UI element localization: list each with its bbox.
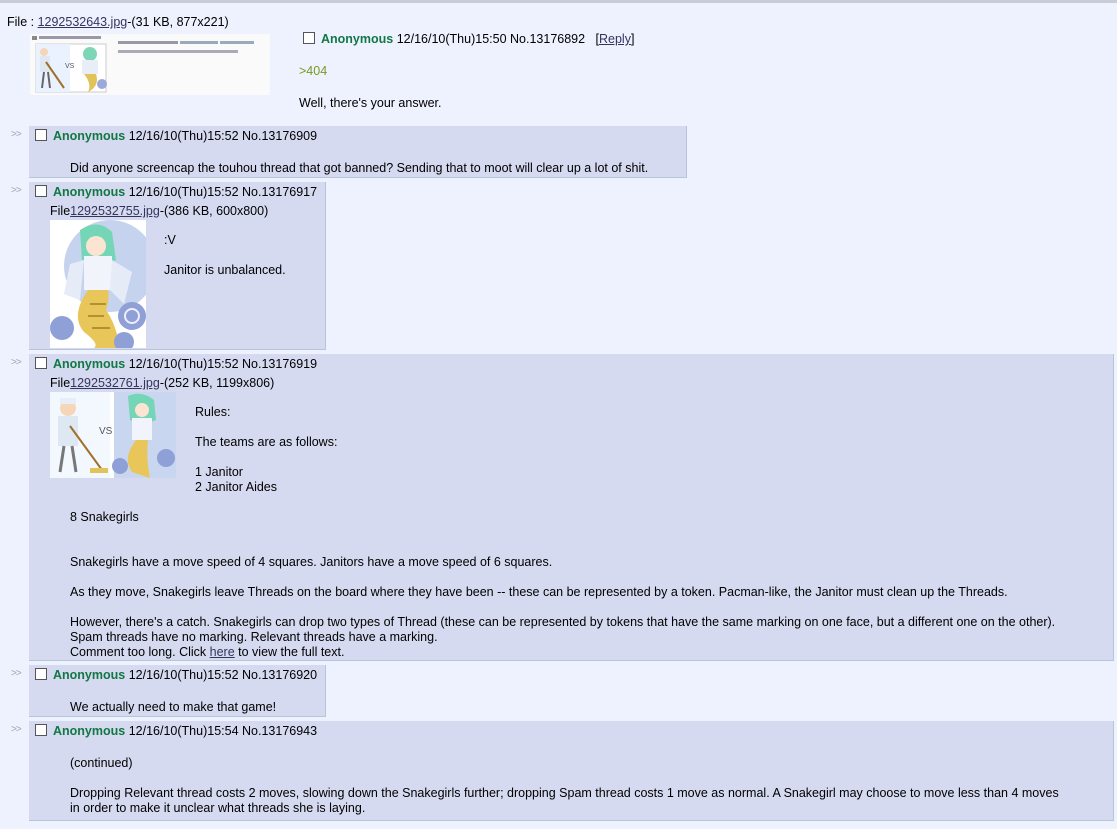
reply-file-link[interactable]: 1292532755.jpg: [70, 204, 160, 218]
reply-file-link[interactable]: 1292532761.jpg: [70, 376, 160, 390]
reply-header: Anonymous 12/16/10(Thu)15:52 No.13176920: [35, 668, 317, 682]
reply-post: Anonymous 12/16/10(Thu)15:52 No.13176919…: [29, 354, 1114, 661]
reply-comment-line: in order to make it unclear what threads…: [70, 801, 366, 815]
post-number[interactable]: No.13176943: [242, 724, 317, 738]
reply-checkbox[interactable]: [35, 724, 47, 736]
file-meta: -(252 KB, 1199x806): [159, 376, 275, 390]
reply-post: Anonymous 12/16/10(Thu)15:54 No.13176943…: [29, 721, 1114, 821]
post-datetime: 12/16/10(Thu)15:50: [396, 32, 507, 46]
op-file-info: File : 1292532643.jpg-(31 KB, 877x221): [7, 15, 229, 29]
post-datetime: 12/16/10(Thu)15:52: [128, 185, 239, 199]
reply-checkbox[interactable]: [35, 129, 47, 141]
reply-post: Anonymous 12/16/10(Thu)15:52 No.13176917…: [29, 182, 326, 350]
op-thumbnail[interactable]: VS: [30, 34, 270, 95]
poster-name: Anonymous: [53, 668, 126, 682]
reply-arrow: >>: [11, 185, 22, 196]
file-label: File: [50, 376, 71, 390]
poster-name: Anonymous: [53, 129, 126, 143]
abbr-text: Comment too long. Click: [70, 645, 210, 659]
file-label: File: [50, 204, 71, 218]
post-datetime: 12/16/10(Thu)15:52: [128, 129, 239, 143]
post-number[interactable]: No.13176920: [242, 668, 317, 682]
reply-file-info: File1292532761.jpg-(252 KB, 1199x806): [50, 376, 274, 390]
abbr-text: to view the full text.: [234, 645, 345, 659]
poster-name: Anonymous: [321, 32, 394, 46]
reply-comment-line: Spam threads have no marking. Relevant t…: [70, 630, 438, 644]
op-header: Anonymous 12/16/10(Thu)15:50 No.13176892…: [303, 32, 634, 46]
post-number[interactable]: No.13176892: [510, 32, 585, 46]
reply-header: Anonymous 12/16/10(Thu)15:52 No.13176917: [35, 185, 317, 199]
file-meta: -(386 KB, 600x800): [159, 204, 269, 218]
post-number[interactable]: No.13176909: [242, 129, 317, 143]
reply-checkbox[interactable]: [35, 357, 47, 369]
reply-thumbnail[interactable]: VS: [50, 392, 176, 478]
reply-file-info: File1292532755.jpg-(386 KB, 600x800): [50, 204, 268, 218]
reply-comment: We actually need to make that game!: [70, 700, 277, 714]
op-file-link[interactable]: 1292532643.jpg: [38, 15, 128, 29]
full-text-link[interactable]: here: [210, 645, 235, 659]
reply-comment-line: However, there's a catch. Snakegirls can…: [70, 615, 1056, 629]
svg-text:VS: VS: [65, 63, 75, 70]
reply-arrow: >>: [11, 724, 22, 735]
greentext-line: >404: [299, 64, 328, 78]
reply-post: Anonymous 12/16/10(Thu)15:52 No.13176909…: [29, 126, 687, 178]
reply-header: Anonymous 12/16/10(Thu)15:52 No.13176909: [35, 129, 317, 143]
vs-text: VS: [99, 426, 113, 437]
reply-arrow: >>: [11, 357, 22, 368]
post-datetime: 12/16/10(Thu)15:52: [128, 357, 239, 371]
file-label: File :: [7, 15, 38, 29]
reply-post: Anonymous 12/16/10(Thu)15:52 No.13176920…: [29, 665, 326, 717]
reply-comment-line: (continued): [70, 756, 133, 770]
post-number[interactable]: No.13176919: [242, 357, 317, 371]
reply-checkbox[interactable]: [35, 185, 47, 197]
abbreviated-notice: Comment too long. Click here to view the…: [70, 645, 344, 659]
post-datetime: 12/16/10(Thu)15:54: [128, 724, 239, 738]
reply-checkbox[interactable]: [35, 668, 47, 680]
reply-comment-line: Rules:: [195, 405, 231, 419]
poster-name: Anonymous: [53, 185, 126, 199]
bracket-close: ]: [630, 32, 635, 46]
reply-comment-line: As they move, Snakegirls leave Threads o…: [70, 585, 1008, 599]
op-post: File : 1292532643.jpg-(31 KB, 877x221) V…: [0, 0, 1117, 126]
reply-comment-line: :V: [164, 233, 176, 247]
reply-arrow: >>: [11, 129, 22, 140]
op-comment-line: Well, there's your answer.: [299, 96, 442, 110]
op-checkbox[interactable]: [303, 32, 315, 44]
reply-thumbnail[interactable]: [50, 220, 146, 348]
file-meta: -(31 KB, 877x221): [127, 15, 229, 29]
reply-comment-line: Dropping Relevant thread costs 2 moves, …: [70, 786, 1059, 800]
post-number[interactable]: No.13176917: [242, 185, 317, 199]
reply-comment: Did anyone screencap the touhou thread t…: [70, 161, 649, 175]
reply-comment-line: 8 Snakegirls: [70, 510, 139, 524]
reply-arrow: >>: [11, 668, 22, 679]
poster-name: Anonymous: [53, 357, 126, 371]
reply-link[interactable]: Reply: [599, 32, 631, 46]
reply-header: Anonymous 12/16/10(Thu)15:54 No.13176943: [35, 724, 317, 738]
reply-comment-line: 1 Janitor: [195, 465, 243, 479]
reply-comment-line: Snakegirls have a move speed of 4 square…: [70, 555, 553, 569]
post-datetime: 12/16/10(Thu)15:52: [128, 668, 239, 682]
reply-comment-line: Janitor is unbalanced.: [164, 263, 286, 277]
reply-comment-line: The teams are as follows:: [195, 435, 338, 449]
poster-name: Anonymous: [53, 724, 126, 738]
reply-header: Anonymous 12/16/10(Thu)15:52 No.13176919: [35, 357, 317, 371]
reply-comment-line: 2 Janitor Aides: [195, 480, 277, 494]
